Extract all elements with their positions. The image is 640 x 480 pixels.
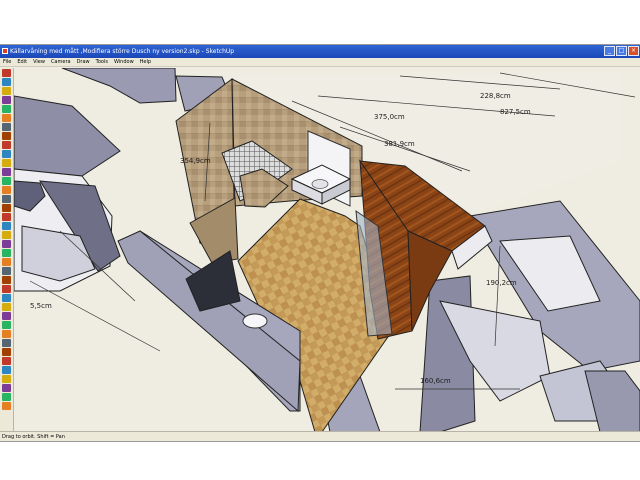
dimension-label: 354,9cm	[180, 157, 211, 165]
follow-me-tool-icon[interactable]	[2, 186, 11, 194]
position-camera-tool-icon[interactable]	[2, 330, 11, 338]
google-earth-tool-icon[interactable]	[2, 402, 11, 410]
text-tool-icon[interactable]	[2, 240, 11, 248]
app-icon	[2, 48, 8, 54]
status-hint: Drag to orbit. Shift = Pan	[2, 434, 65, 440]
axes-tool-icon[interactable]	[2, 249, 11, 257]
pan-tool-icon[interactable]	[2, 276, 11, 284]
model-viewport[interactable]: 375,0cm 228,8cm 827,5cm 381,9cm 354,9cm …	[14, 68, 640, 432]
dimension-label: 381,9cm	[384, 140, 415, 148]
select-tool-icon[interactable]	[2, 69, 11, 77]
circle-tool-icon[interactable]	[2, 123, 11, 131]
menu-draw[interactable]: Draw	[77, 58, 90, 66]
scale-tool-icon[interactable]	[2, 195, 11, 203]
3d-text-tool-icon[interactable]	[2, 258, 11, 266]
polygon-tool-icon[interactable]	[2, 141, 11, 149]
rectangle-tool-icon[interactable]	[2, 105, 11, 113]
menu-tools[interactable]: Tools	[96, 58, 108, 66]
close-button[interactable]: ×	[628, 46, 639, 56]
share-model-tool-icon[interactable]	[2, 375, 11, 383]
walk-tool-icon[interactable]	[2, 339, 11, 347]
dimension-label: 228,8cm	[480, 92, 511, 100]
previous-view-tool-icon[interactable]	[2, 312, 11, 320]
arc-tool-icon[interactable]	[2, 132, 11, 140]
model-canvas[interactable]: 375,0cm 228,8cm 827,5cm 381,9cm 354,9cm …	[14, 68, 640, 432]
menu-edit[interactable]: Edit	[17, 58, 27, 66]
push-pull-tool-icon[interactable]	[2, 168, 11, 176]
minimize-button[interactable]: _	[604, 46, 615, 56]
toilet-bowl	[242, 313, 268, 329]
component-tool-icon[interactable]	[2, 78, 11, 86]
menu-view[interactable]: View	[33, 58, 45, 66]
menu-window[interactable]: Window	[114, 58, 134, 66]
dimension-label: 5,5cm	[30, 302, 52, 310]
look-around-tool-icon[interactable]	[2, 348, 11, 356]
zoom-window-tool-icon[interactable]	[2, 294, 11, 302]
dimension-label: 190,2cm	[486, 279, 517, 287]
dimension-label: 375,0cm	[374, 113, 405, 121]
eraser-tool-icon[interactable]	[2, 96, 11, 104]
paint-tool-icon[interactable]	[2, 87, 11, 95]
rotate-tool-icon[interactable]	[2, 177, 11, 185]
menu-file[interactable]: File	[3, 58, 11, 66]
share-component-tool-icon[interactable]	[2, 384, 11, 392]
tool-palette	[0, 68, 14, 432]
sandbox-tool-icon[interactable]	[2, 393, 11, 401]
status-bar: Drag to orbit. Shift = Pan	[0, 431, 640, 441]
dimension-label: 827,5cm	[500, 108, 531, 116]
protractor-tool-icon[interactable]	[2, 231, 11, 239]
window-title: Källarvåning med mått ,Modifiera större …	[10, 48, 235, 55]
sink-basin	[311, 179, 329, 189]
zoom-extents-tool-icon[interactable]	[2, 303, 11, 311]
dimension-label: 160,6cm	[420, 377, 451, 385]
orbit-tool-icon[interactable]	[2, 267, 11, 275]
menu-camera[interactable]: Camera	[51, 58, 71, 66]
freehand-tool-icon[interactable]	[2, 150, 11, 158]
sketchup-window: Källarvåning med mått ,Modifiera större …	[0, 44, 640, 442]
get-models-tool-icon[interactable]	[2, 366, 11, 374]
tape-measure-tool-icon[interactable]	[2, 213, 11, 221]
section-plane-tool-icon[interactable]	[2, 357, 11, 365]
next-view-tool-icon[interactable]	[2, 321, 11, 329]
move-tool-icon[interactable]	[2, 159, 11, 167]
dimension-tool-icon[interactable]	[2, 222, 11, 230]
menu-help[interactable]: Help	[140, 58, 151, 66]
offset-tool-icon[interactable]	[2, 204, 11, 212]
line-tool-icon[interactable]	[2, 114, 11, 122]
zoom-tool-icon[interactable]	[2, 285, 11, 293]
maximize-button[interactable]: □	[616, 46, 627, 56]
title-bar: Källarvåning med mått ,Modifiera större …	[0, 45, 640, 58]
menu-bar: File Edit View Camera Draw Tools Window …	[0, 58, 640, 67]
